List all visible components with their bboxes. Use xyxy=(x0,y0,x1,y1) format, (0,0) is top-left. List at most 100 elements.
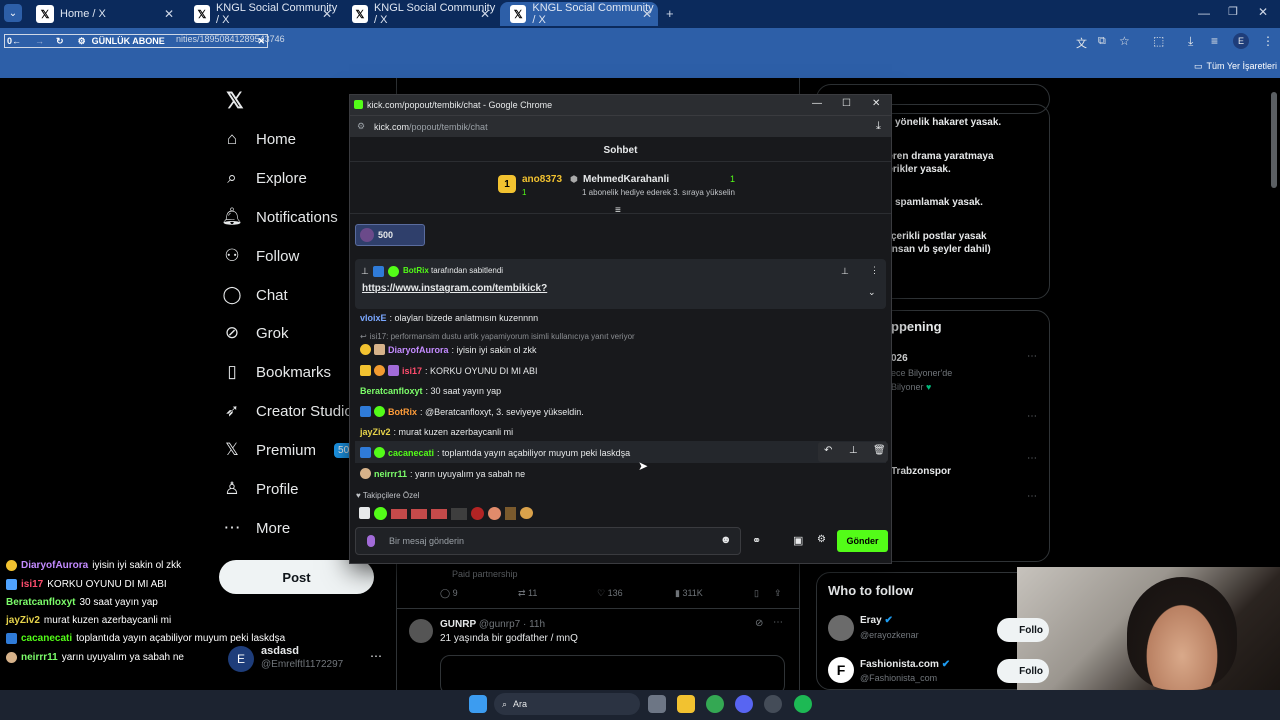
nav-creator-studio[interactable]: ➶ Creator Studio xyxy=(222,401,353,421)
post-button[interactable]: Post xyxy=(219,560,374,594)
emote-icon[interactable] xyxy=(488,507,501,520)
more-icon[interactable]: ⋯ xyxy=(773,617,783,628)
emote-icon[interactable] xyxy=(431,509,447,519)
bookmark-folder[interactable]: ▭ Tüm Yer İşaretleri xyxy=(1194,61,1277,72)
task-view-icon[interactable] xyxy=(648,695,666,713)
nav-follow[interactable]: ⚇ Follow xyxy=(222,246,299,266)
pin-icon[interactable]: ⊥ xyxy=(841,266,849,277)
nav-home[interactable]: ⌂ Home xyxy=(222,129,296,149)
gift-goal[interactable]: 500 xyxy=(355,224,425,246)
site-info-icon[interactable]: ⚙ xyxy=(78,36,86,47)
emoji-icon[interactable]: ☻ xyxy=(720,534,732,546)
more-icon[interactable]: ⋯ xyxy=(1027,453,1037,464)
reply-icon[interactable]: ↶ xyxy=(824,445,832,456)
pin-icon[interactable]: ⊥ xyxy=(849,445,858,456)
tab-community-2[interactable]: 𝕏 KNGL Social Community / X ✕ xyxy=(342,2,496,26)
leaderboard[interactable]: 1 ano8373 1 ⬢ MehmedKarahanli 1 1 abonel… xyxy=(498,173,758,201)
share-icon[interactable]: ⇪ xyxy=(774,588,782,599)
x-logo-icon[interactable]: 𝕏 xyxy=(226,88,244,114)
more-icon[interactable]: ⋯ xyxy=(1027,351,1037,362)
minimize-button[interactable]: — xyxy=(812,98,822,109)
emote-icon[interactable] xyxy=(391,509,407,519)
follow-button[interactable]: Follo xyxy=(997,618,1049,642)
more-icon[interactable]: ⋯ xyxy=(1027,411,1037,422)
emote-icon[interactable] xyxy=(520,507,533,519)
avatar: E xyxy=(228,646,254,672)
nav-grok[interactable]: ⊘ Grok xyxy=(222,323,289,343)
emote-icon[interactable] xyxy=(359,507,370,519)
nav-profile[interactable]: ♙ Profile xyxy=(222,479,298,499)
scrollbar[interactable] xyxy=(1271,92,1277,188)
tab-home[interactable]: 𝕏 Home / X ✕ xyxy=(26,2,180,26)
delete-icon[interactable]: 🗑︎ xyxy=(873,445,886,456)
minimize-button[interactable]: — xyxy=(1198,6,1210,20)
emote-icon[interactable] xyxy=(471,507,484,520)
nav-chat[interactable]: ◯ Chat xyxy=(222,285,287,305)
reply-button[interactable]: ◯ 9 xyxy=(440,588,458,599)
star-icon[interactable]: ☆ xyxy=(1119,34,1130,48)
profile-avatar[interactable]: E xyxy=(1233,33,1249,49)
expand-icon[interactable]: ≡ xyxy=(615,205,621,216)
more-icon[interactable]: ⋯ xyxy=(1027,491,1037,502)
repost-button[interactable]: ⇄ 11 xyxy=(518,588,537,599)
account-switcher[interactable]: E asdasd @Emrelftl1172297 ⋯ xyxy=(228,645,383,677)
bookmark-icon[interactable]: ▯ xyxy=(754,588,759,599)
tweet[interactable]: GUNRP @gunrp7 · 11h 21 yaşında bir godfa… xyxy=(397,608,799,695)
grok-icon[interactable]: ⊘ xyxy=(755,618,763,629)
close-window-button[interactable]: ✕ xyxy=(872,98,880,109)
close-icon[interactable]: ✕ xyxy=(480,7,490,21)
app-icon[interactable] xyxy=(764,695,782,713)
back-icon[interactable]: 0← xyxy=(7,36,21,46)
taskbar-search[interactable]: ⌕ Ara xyxy=(494,693,640,715)
translate-icon[interactable]: 文 xyxy=(1076,35,1087,51)
tab-community-3[interactable]: 𝕏 KNGL Social Community / X ✕ xyxy=(500,2,658,26)
download-icon[interactable]: ⤓ xyxy=(1188,34,1193,49)
nav-explore[interactable]: ⌕ Explore xyxy=(222,168,307,188)
pinned-by: BotRix tarafından sabitlendi xyxy=(403,266,503,275)
chevron-down-icon[interactable]: ⌄ xyxy=(868,287,876,298)
close-icon[interactable]: ✕ xyxy=(164,7,174,21)
gift-icon[interactable]: ▣ xyxy=(793,534,803,547)
spotify-icon[interactable] xyxy=(794,695,812,713)
mic-icon[interactable] xyxy=(367,535,375,547)
close-icon[interactable]: ✕ xyxy=(642,7,652,21)
chat-users-icon[interactable]: ⚭ xyxy=(752,534,761,547)
emote-icon[interactable] xyxy=(374,507,387,520)
nav-premium[interactable]: 𝕏Premium50% xyxy=(222,440,363,460)
popup-url[interactable]: kick.com/popout/tembik/chat xyxy=(374,122,488,132)
site-info-icon[interactable]: ⚙ xyxy=(357,121,365,132)
menu-icon[interactable]: ⋮ xyxy=(1262,34,1274,48)
new-tab-button[interactable]: + xyxy=(666,6,674,21)
discord-icon[interactable] xyxy=(735,695,753,713)
reload-icon[interactable]: ↻ xyxy=(56,36,64,47)
maximize-button[interactable]: ☐ xyxy=(842,98,851,109)
windows-start-icon[interactable] xyxy=(469,695,487,713)
message-input-box[interactable]: Bir mesaj gönderin ☻ xyxy=(355,527,741,555)
pinned-link[interactable]: https://www.instagram.com/tembikick? xyxy=(362,283,547,294)
more-icon[interactable]: ⋮ xyxy=(870,265,879,276)
nav-notifications[interactable]: 🔔︎ Notifications xyxy=(221,207,338,227)
emote-icon[interactable] xyxy=(505,507,516,520)
extensions-icon[interactable]: ⬚ xyxy=(1153,34,1164,48)
x-logo-icon: 𝕏 xyxy=(36,5,54,23)
file-explorer-icon[interactable] xyxy=(677,695,695,713)
cast-icon[interactable]: ⧉ xyxy=(1098,35,1106,48)
download-icon[interactable]: ⤓ xyxy=(876,120,881,133)
restore-button[interactable]: ❐ xyxy=(1228,5,1238,18)
close-icon[interactable]: ✕ xyxy=(322,7,332,21)
chrome-icon[interactable] xyxy=(706,695,724,713)
close-window-button[interactable]: ✕ xyxy=(1258,5,1268,19)
follow-button[interactable]: Follo xyxy=(997,659,1049,683)
emote-icon[interactable] xyxy=(411,509,427,519)
views-button[interactable]: ▮ 311K xyxy=(675,588,703,599)
reading-list-icon[interactable]: ≡ xyxy=(1211,34,1218,48)
nav-more[interactable]: ⋯ More xyxy=(222,518,291,538)
tab-community-1[interactable]: 𝕏 KNGL Social Community / X ✕ xyxy=(184,2,338,26)
nav-bookmarks[interactable]: ▯ Bookmarks xyxy=(222,362,331,382)
gear-icon[interactable]: ⚙ xyxy=(817,534,826,545)
like-button[interactable]: ♡ 136 xyxy=(597,588,623,599)
tab-search-button[interactable]: ⌄ xyxy=(4,4,22,22)
emote-icon[interactable] xyxy=(451,508,467,520)
send-button[interactable]: Gönder xyxy=(837,530,888,552)
forward-icon[interactable]: → xyxy=(35,36,44,46)
